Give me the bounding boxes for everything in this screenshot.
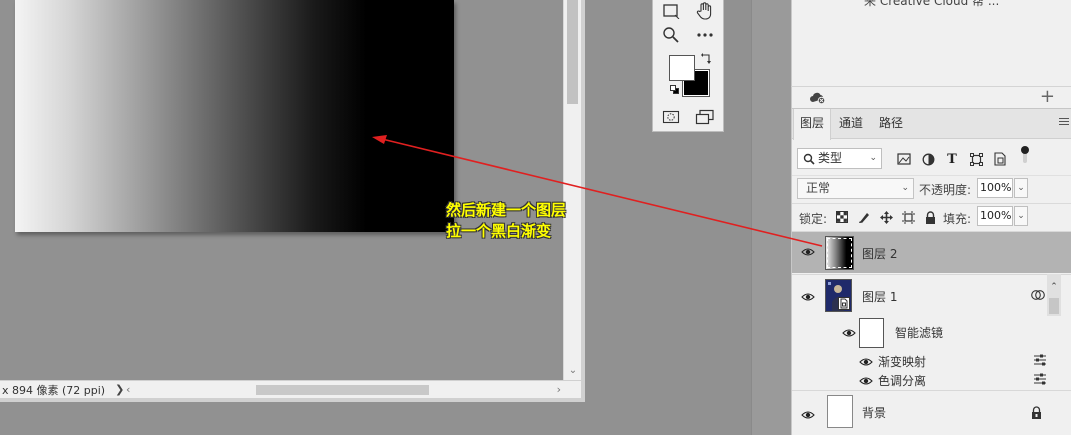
chevron-down-icon: ⌄ <box>901 183 909 193</box>
layer-name[interactable]: 背景 <box>862 404 886 421</box>
default-colors-icon[interactable] <box>670 85 680 95</box>
visibility-eye-icon[interactable] <box>859 356 873 370</box>
gradient-document-canvas[interactable] <box>15 0 454 232</box>
fill-label: 填充: <box>943 212 972 226</box>
lock-label: 锁定: <box>799 212 828 226</box>
blending-options-icon[interactable] <box>1033 373 1047 388</box>
blend-mode-value: 正常 <box>806 181 831 195</box>
opacity-input[interactable]: 100% <box>977 178 1013 198</box>
panel-tabs: 图层 通道 路径 <box>792 109 1071 140</box>
smart-object-badge-icon <box>838 297 850 310</box>
layers-list-scrollbar[interactable]: ⌃ <box>1047 274 1061 316</box>
scroll-left-arrow-icon[interactable]: ‹ <box>126 383 130 396</box>
lock-transparent-pixels-icon[interactable] <box>835 210 849 224</box>
visibility-eye-icon[interactable] <box>842 327 856 341</box>
status-bar: x 894 像素 (72 ppi) ❯ ‹ › <box>0 380 581 398</box>
type-layer-filter-icon[interactable]: T <box>945 152 959 167</box>
fill-input[interactable]: 100% <box>977 206 1013 226</box>
shape-layer-filter-icon[interactable] <box>969 152 983 166</box>
visibility-eye-icon[interactable] <box>801 291 815 305</box>
tutorial-annotation: 然后新建一个图层 拉一个黑白渐变 <box>446 200 566 242</box>
horizontal-scrollbar-thumb[interactable] <box>256 385 429 395</box>
creative-cloud-link[interactable]: 来 Creative Cloud 帮 ... <box>864 0 999 9</box>
status-menu-arrow-icon[interactable]: ❯ <box>115 383 124 396</box>
layers-list-scrollbar-thumb[interactable] <box>1049 298 1059 314</box>
lock-all-icon[interactable] <box>923 210 937 224</box>
layer-thumbnail <box>827 395 853 428</box>
opacity-dropdown-chevron-icon[interactable]: ⌄ <box>1014 178 1028 198</box>
scroll-up-arrow-icon[interactable]: ⌃ <box>1047 282 1061 292</box>
panel-dock-gutter <box>751 0 791 435</box>
smart-filters-label: 智能滤镜 <box>895 326 944 340</box>
screen-mode-icon[interactable] <box>693 106 717 128</box>
scroll-down-arrow-icon[interactable]: ⌄ <box>564 364 582 378</box>
lock-row: 锁定: 填充: 100% ⌄ <box>792 203 1071 229</box>
document-size-info: x 894 像素 (72 ppi) <box>2 383 106 397</box>
more-tools-icon[interactable] <box>693 24 717 46</box>
smart-filter-indicator-icon[interactable] <box>1031 289 1045 304</box>
document-window-border <box>581 0 585 402</box>
adjustment-layer-filter-icon[interactable] <box>921 152 935 166</box>
blend-mode-select[interactable]: 正常 ⌄ <box>797 178 914 199</box>
layers-panel: 图层 通道 路径 类型 ⌄ T 正常 ⌄ 不透明度: 100% ⌄ 锁定: 填充… <box>791 108 1071 435</box>
quick-mask-icon[interactable] <box>659 106 683 128</box>
lock-image-pixels-icon[interactable] <box>857 210 871 224</box>
visibility-eye-icon[interactable] <box>859 375 873 389</box>
filter-toggle-switch[interactable] <box>1018 146 1032 163</box>
foreground-color-swatch[interactable] <box>669 55 695 81</box>
swap-colors-icon[interactable] <box>700 53 712 68</box>
filter-name[interactable]: 渐变映射 <box>878 353 926 370</box>
visibility-eye-icon[interactable] <box>801 409 815 423</box>
pixel-layer-filter-icon[interactable] <box>897 152 911 166</box>
rectangle-tool-icon[interactable] <box>659 0 683 22</box>
scroll-right-arrow-icon[interactable]: › <box>557 383 561 396</box>
lock-artboard-icon[interactable] <box>901 210 915 224</box>
layer-row-layer-1[interactable]: 图层 1 <box>792 274 1071 317</box>
cloud-sync-icon[interactable] <box>809 91 827 108</box>
hand-tool-icon[interactable] <box>693 0 717 22</box>
blending-options-icon[interactable] <box>1033 354 1047 369</box>
libraries-panel-footer: + <box>791 86 1071 108</box>
layer-thumbnail <box>825 236 854 270</box>
fill-dropdown-chevron-icon[interactable]: ⌄ <box>1014 206 1028 226</box>
layer-locked-icon[interactable] <box>1031 406 1042 422</box>
tools-panel <box>652 0 724 132</box>
smart-object-filter-icon[interactable] <box>993 152 1007 166</box>
visibility-eye-icon[interactable] <box>801 246 815 260</box>
libraries-panel: 来 Creative Cloud 帮 ... <box>791 0 1071 86</box>
layer-name[interactable]: 图层 2 <box>862 245 897 262</box>
horizontal-scrollbar[interactable]: ‹ › <box>124 383 563 396</box>
smart-filter-gradient-map-row[interactable]: 渐变映射 <box>792 351 1071 369</box>
layer-filter-kind-select[interactable]: 类型 ⌄ <box>797 148 882 169</box>
smart-filters-row[interactable]: 智能滤镜 <box>792 317 1071 348</box>
filter-name[interactable]: 色调分离 <box>878 372 926 389</box>
smart-filter-mask-thumbnail[interactable] <box>859 318 884 348</box>
blend-mode-row: 正常 ⌄ 不透明度: 100% ⌄ <box>792 175 1071 199</box>
zoom-tool-icon[interactable] <box>659 24 683 46</box>
add-library-icon[interactable]: + <box>1040 86 1055 107</box>
opacity-label: 不透明度: <box>919 183 972 197</box>
filter-kind-label: 类型 <box>818 151 843 165</box>
layer-name[interactable]: 图层 1 <box>862 288 897 305</box>
lock-position-icon[interactable] <box>879 210 893 224</box>
layer-filter-row: 类型 ⌄ T <box>792 146 1071 172</box>
tab-channels[interactable]: 通道 <box>832 109 870 139</box>
annotation-line-1: 然后新建一个图层 <box>446 201 567 219</box>
document-window-border <box>0 398 585 402</box>
panel-menu-icon[interactable] <box>1059 118 1069 127</box>
search-icon <box>803 152 815 171</box>
vertical-scrollbar-thumb[interactable] <box>567 0 578 104</box>
layer-row-layer-2[interactable]: 图层 2 <box>792 231 1071 273</box>
annotation-line-2: 拉一个黑白渐变 <box>446 222 552 240</box>
tab-paths[interactable]: 路径 <box>872 109 910 139</box>
vertical-scrollbar[interactable]: ⌄ <box>563 0 581 380</box>
chevron-down-icon: ⌄ <box>869 153 877 163</box>
tab-layers[interactable]: 图层 <box>793 109 831 140</box>
smart-filter-posterize-row[interactable]: 色调分离 <box>792 370 1071 388</box>
layer-row-background[interactable]: 背景 <box>792 390 1071 435</box>
